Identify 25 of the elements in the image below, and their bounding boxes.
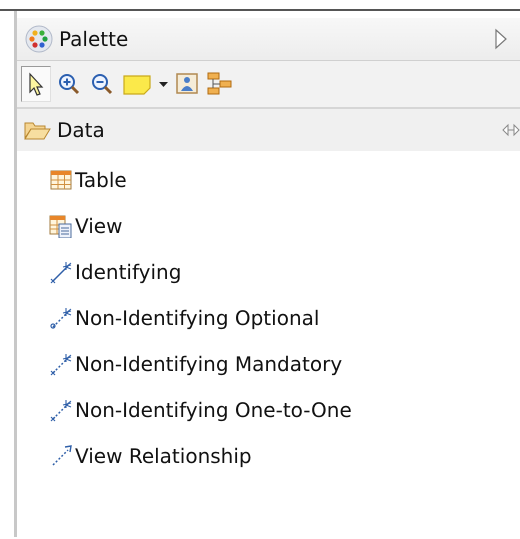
palette-entry[interactable]: Non-Identifying Mandatory [49,341,520,387]
relationship-line-icon [49,260,73,284]
zoom-in-icon [56,71,82,97]
caret-icon [159,82,168,86]
drawer-header[interactable]: Data [17,109,520,151]
dashed-relationship-icon [49,352,73,376]
arrow-pointer-tool[interactable] [21,66,51,102]
dashed-relationship-icon [49,398,73,422]
palette-entry[interactable]: View [49,203,520,249]
drawer-label: Data [57,118,106,142]
palette-entry[interactable]: Identifying [49,249,520,295]
palette-entry[interactable]: Table [49,157,520,203]
person-image-icon [175,71,199,97]
hierarchy-layout-icon [206,71,233,97]
palette-entry[interactable]: Non-Identifying Optional [49,295,520,341]
palette-entry[interactable]: Non-Identifying One-to-One [49,387,520,433]
palette-icon [25,25,53,53]
expand-arrow-icon[interactable] [494,28,508,50]
pin-icon[interactable] [502,123,520,137]
view-icon [49,214,73,238]
zoom-out-icon [89,71,115,97]
palette-title: Palette [59,27,130,51]
table-icon [49,168,73,192]
palette-entry[interactable]: View Relationship [49,433,520,479]
dashed-relationship-icon [49,306,73,330]
